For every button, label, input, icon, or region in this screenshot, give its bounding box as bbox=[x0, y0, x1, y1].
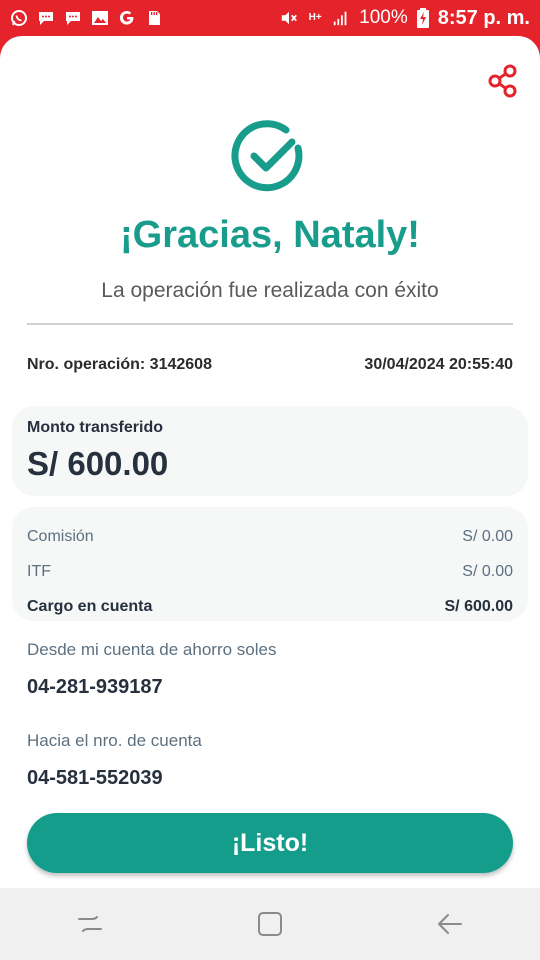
operation-row: Nro. operación: 3142608 30/04/2024 20:55… bbox=[27, 356, 513, 374]
from-account-number: 04-281-939187 bbox=[27, 676, 163, 698]
navigation-bar bbox=[0, 888, 540, 960]
sd-card-icon bbox=[145, 9, 163, 27]
success-subtitle: La operación fue realizada con éxito bbox=[101, 279, 439, 302]
to-account-label: Hacia el nro. de cuenta bbox=[27, 731, 202, 750]
amount-box: Monto transferido S/ 600.00 bbox=[12, 406, 528, 496]
fee-value: S/ 0.00 bbox=[462, 562, 513, 580]
battery-percent: 100% bbox=[359, 7, 408, 28]
fee-row-itf: ITF S/ 0.00 bbox=[27, 554, 513, 589]
recents-icon bbox=[78, 916, 102, 932]
message-icon bbox=[37, 9, 55, 27]
operation-datetime: 30/04/2024 20:55:40 bbox=[364, 356, 513, 373]
thanks-title: ¡Gracias, Nataly! bbox=[120, 214, 420, 256]
to-account-number: 04-581-552039 bbox=[27, 767, 163, 789]
network-icon: H+ bbox=[308, 12, 322, 23]
clock: 8:57 p. m. bbox=[437, 6, 530, 29]
home-icon bbox=[258, 912, 282, 936]
success-check-icon bbox=[230, 118, 310, 198]
share-icon bbox=[488, 64, 517, 98]
home-button[interactable] bbox=[250, 904, 290, 944]
fee-row-commission: Comisión S/ 0.00 bbox=[27, 519, 513, 554]
fee-row-total-charge: Cargo en cuenta S/ 600.00 bbox=[27, 589, 513, 624]
from-account-label: Desde mi cuenta de ahorro soles bbox=[27, 640, 277, 659]
status-bar-notifications bbox=[10, 9, 163, 27]
operation-number: Nro. operación: 3142608 bbox=[27, 356, 212, 373]
mute-icon bbox=[280, 9, 298, 27]
fees-box: Comisión S/ 0.00 ITF S/ 0.00 Cargo en cu… bbox=[12, 507, 528, 621]
share-button[interactable] bbox=[488, 64, 518, 98]
fee-value: S/ 600.00 bbox=[444, 597, 514, 615]
status-bar-system: H+ 100% 8:57 p. m. bbox=[280, 7, 530, 30]
amount-value: S/ 600.00 bbox=[27, 445, 169, 482]
gallery-icon bbox=[91, 9, 109, 27]
recents-button[interactable] bbox=[70, 904, 110, 944]
fee-label: Comisión bbox=[27, 527, 94, 545]
back-button[interactable] bbox=[430, 904, 470, 944]
signal-icon bbox=[332, 9, 350, 27]
amount-label: Monto transferido bbox=[27, 419, 163, 436]
receipt-card: ¡Gracias, Nataly! La operación fue reali… bbox=[0, 36, 540, 888]
divider bbox=[27, 323, 513, 325]
fee-label: ITF bbox=[27, 562, 51, 580]
google-icon bbox=[118, 9, 136, 27]
done-button[interactable]: ¡Listo! bbox=[27, 813, 513, 873]
message-icon bbox=[64, 9, 82, 27]
fee-value: S/ 0.00 bbox=[462, 527, 513, 545]
battery-icon bbox=[416, 8, 429, 28]
status-bar: H+ 100% 8:57 p. m. bbox=[0, 0, 540, 36]
whatsapp-icon bbox=[10, 9, 28, 27]
back-icon bbox=[438, 914, 462, 934]
fee-label: Cargo en cuenta bbox=[27, 597, 153, 615]
